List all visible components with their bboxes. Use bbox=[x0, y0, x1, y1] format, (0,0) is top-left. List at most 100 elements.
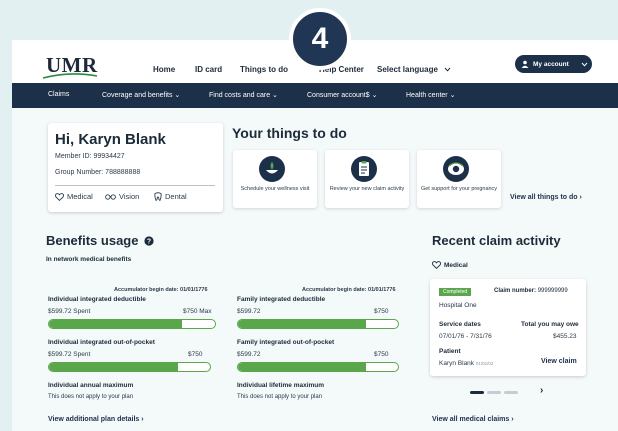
carousel-indicators bbox=[470, 391, 518, 394]
accumulator-date-left: Accumulator begin date: 01/01/1776 bbox=[114, 287, 208, 293]
language-select[interactable]: Select language bbox=[377, 65, 451, 74]
todo-card-wellness-label: Schedule your wellness visit bbox=[240, 186, 310, 192]
member-id: Member ID: 99934427 bbox=[55, 153, 125, 160]
benefit-label: Family integrated deductible bbox=[237, 296, 326, 303]
view-plan-details-link[interactable]: View additional plan details › bbox=[48, 416, 144, 423]
view-claim-link[interactable]: View claim bbox=[541, 358, 577, 365]
chevron-down-icon bbox=[581, 62, 588, 67]
page-frame: UMR Home ID card Things to do Help Cente… bbox=[12, 40, 618, 431]
claim-number: Claim number: 999999999 bbox=[494, 288, 568, 294]
my-account-label: My account bbox=[533, 60, 569, 68]
coverage-dental-label: Dental bbox=[165, 192, 187, 201]
nav-health-center[interactable]: Health center ⌄ bbox=[406, 91, 455, 99]
nav-health-label: Health center bbox=[406, 92, 448, 99]
owe-label: Total you may owe bbox=[521, 321, 579, 328]
chevron-down-icon: ⌄ bbox=[371, 92, 378, 99]
benefit-label: Individual integrated deductible bbox=[48, 296, 146, 303]
progress-fill bbox=[49, 363, 178, 371]
view-all-claims-label: View all medical claims bbox=[432, 416, 510, 423]
view-all-things-link[interactable]: View all things to do › bbox=[510, 194, 582, 201]
svg-text:?: ? bbox=[147, 239, 151, 246]
chevron-right-icon[interactable]: › bbox=[540, 385, 543, 396]
progress-fill bbox=[238, 363, 366, 371]
progress-bar-individual-deductible bbox=[48, 319, 216, 329]
heart-icon bbox=[55, 192, 64, 201]
progress-fill bbox=[238, 320, 366, 328]
claims-category-label: Medical bbox=[444, 261, 468, 269]
benefit-max: $750 bbox=[374, 308, 389, 315]
annual-max-note: This does not apply to your plan bbox=[48, 394, 134, 400]
claim-number-value: 999999999 bbox=[537, 288, 568, 294]
chevron-right-icon: › bbox=[511, 416, 514, 423]
annual-max-label: Individual annual maximum bbox=[48, 382, 134, 389]
progress-bar-family-deductible bbox=[237, 319, 399, 329]
coverage-vision[interactable]: Vision bbox=[105, 192, 139, 201]
lifetime-max-note: This does not apply to your plan bbox=[237, 394, 323, 400]
accumulator-date-right: Accumulator begin date: 01/01/1776 bbox=[302, 287, 396, 293]
coverage-medical[interactable]: Medical bbox=[55, 192, 93, 201]
benefits-usage-label: Benefits usage bbox=[46, 233, 139, 248]
view-all-things-label: View all things to do bbox=[510, 194, 578, 201]
nav-coverage-benefits[interactable]: Coverage and benefits ⌄ bbox=[102, 91, 180, 99]
todo-card-claim-activity[interactable]: Review your new claim activity bbox=[325, 150, 409, 208]
benefit-label: Family integrated out-of-pocket bbox=[237, 339, 335, 346]
tooth-icon bbox=[154, 192, 162, 201]
nav-coverage-label: Coverage and benefits bbox=[102, 92, 173, 99]
benefit-spent: $599.72 Spent bbox=[48, 351, 91, 358]
wellness-icon bbox=[259, 156, 285, 182]
heart-icon bbox=[432, 261, 441, 269]
member-greeting: Hi, Karyn Blank bbox=[55, 131, 166, 148]
help-icon[interactable]: ? bbox=[144, 236, 154, 246]
chevron-down-icon: ⌄ bbox=[174, 92, 181, 99]
coverage-medical-label: Medical bbox=[67, 192, 93, 201]
benefit-max: $750 bbox=[188, 351, 203, 358]
patient-label: Patient bbox=[439, 348, 461, 355]
nav-link-things-to-do[interactable]: Things to do bbox=[240, 65, 288, 74]
nav-find-costs[interactable]: Find costs and care ⌄ bbox=[209, 91, 278, 99]
service-dates-label: Service dates bbox=[439, 321, 481, 328]
carousel-dot[interactable] bbox=[487, 391, 501, 394]
lifetime-max-label: Individual lifetime maximum bbox=[237, 382, 325, 389]
chevron-down-icon bbox=[444, 67, 451, 72]
claim-card: Completed Claim number: 999999999 Hospit… bbox=[430, 279, 586, 376]
pregnancy-icon bbox=[443, 156, 469, 182]
clipboard-icon bbox=[351, 156, 377, 182]
recent-claims-title: Recent claim activity bbox=[432, 233, 561, 248]
nav-claims[interactable]: Claims bbox=[48, 91, 69, 98]
view-plan-details-label: View additional plan details bbox=[48, 416, 140, 423]
group-number: Group Number: 788888888 bbox=[55, 169, 141, 176]
coverage-dental[interactable]: Dental bbox=[154, 192, 187, 201]
carousel-dot[interactable] bbox=[470, 391, 484, 394]
todo-card-pregnancy[interactable]: Get support for your pregnancy bbox=[417, 150, 501, 208]
benefits-usage-title: Benefits usage ? bbox=[46, 233, 154, 248]
chevron-right-icon: › bbox=[579, 194, 582, 201]
step-badge: 4 bbox=[289, 8, 351, 70]
glasses-icon bbox=[105, 194, 116, 200]
claims-category: Medical bbox=[432, 261, 468, 269]
view-all-claims-link[interactable]: View all medical claims › bbox=[432, 416, 514, 423]
benefit-label: Individual integrated out-of-pocket bbox=[48, 339, 155, 346]
service-dates: 07/01/76 - 7/31/76 bbox=[439, 333, 492, 340]
chevron-down-icon: ⌄ bbox=[449, 92, 456, 99]
claim-provider: Hospital One bbox=[439, 302, 477, 309]
nav-consumer-account[interactable]: Consumer account$ ⌄ bbox=[307, 91, 377, 99]
member-card: Hi, Karyn Blank Member ID: 99934427 Grou… bbox=[48, 123, 223, 212]
logo-swoosh-icon bbox=[42, 73, 98, 79]
chevron-down-icon: ⌄ bbox=[272, 92, 278, 99]
nav-find-costs-label: Find costs and care bbox=[209, 92, 271, 99]
patient-dob: 01/01/02 bbox=[475, 361, 494, 366]
things-to-do-title: Your things to do bbox=[232, 125, 347, 141]
benefit-max: $750 Max bbox=[183, 308, 212, 315]
todo-card-claim-label: Review your new claim activity bbox=[329, 186, 405, 192]
user-icon bbox=[521, 60, 529, 68]
progress-bar-family-oop bbox=[237, 362, 399, 372]
claim-number-label: Claim number: bbox=[494, 288, 537, 294]
nav-link-home[interactable]: Home bbox=[153, 65, 175, 74]
carousel-dot[interactable] bbox=[504, 391, 518, 394]
my-account-button[interactable]: My account bbox=[515, 55, 592, 73]
progress-fill bbox=[49, 320, 182, 328]
benefit-spent: $599.72 bbox=[237, 308, 261, 315]
nav-link-id-card[interactable]: ID card bbox=[195, 65, 222, 74]
todo-card-wellness[interactable]: Schedule your wellness visit bbox=[233, 150, 317, 208]
divider bbox=[55, 185, 215, 186]
